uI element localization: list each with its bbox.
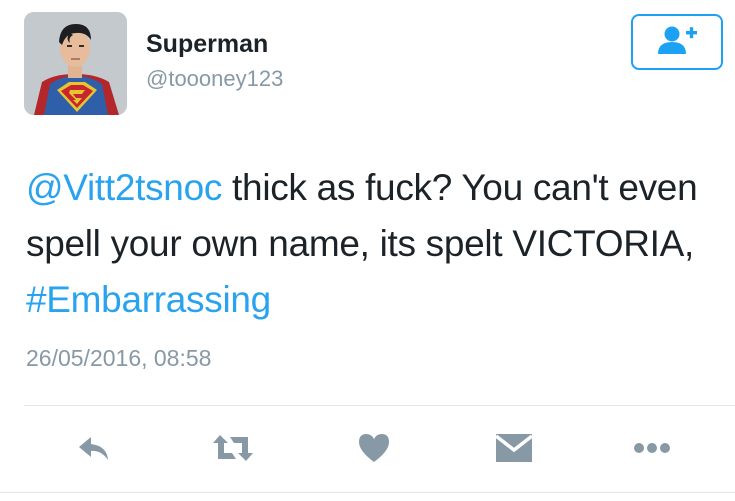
tweet-text: @Vitt2tsnoc thick as fuck? You can't eve… [26,160,716,328]
hashtag-link[interactable]: #Embarrassing [26,279,271,320]
user-handle[interactable]: @toooney123 [146,66,283,92]
tweet-actions [0,420,735,480]
retweet-button[interactable] [209,426,257,474]
tweet-timestamp[interactable]: 26/05/2016, 08:58 [26,345,211,372]
divider [24,405,735,406]
follow-user-icon [655,25,699,60]
bottom-divider [0,492,735,493]
follow-button[interactable] [631,14,723,70]
avatar[interactable] [24,12,127,115]
more-icon [633,441,671,459]
reply-icon [77,433,111,468]
retweet-icon [212,433,254,468]
like-button[interactable] [350,426,398,474]
mention-link[interactable]: @Vitt2tsnoc [26,167,222,208]
direct-message-icon [494,432,534,469]
superman-avatar-image [24,12,127,115]
reply-button[interactable] [70,426,118,474]
direct-message-button[interactable] [490,426,538,474]
user-name[interactable]: Superman [146,30,268,59]
more-button[interactable] [628,426,676,474]
like-icon [357,433,391,468]
